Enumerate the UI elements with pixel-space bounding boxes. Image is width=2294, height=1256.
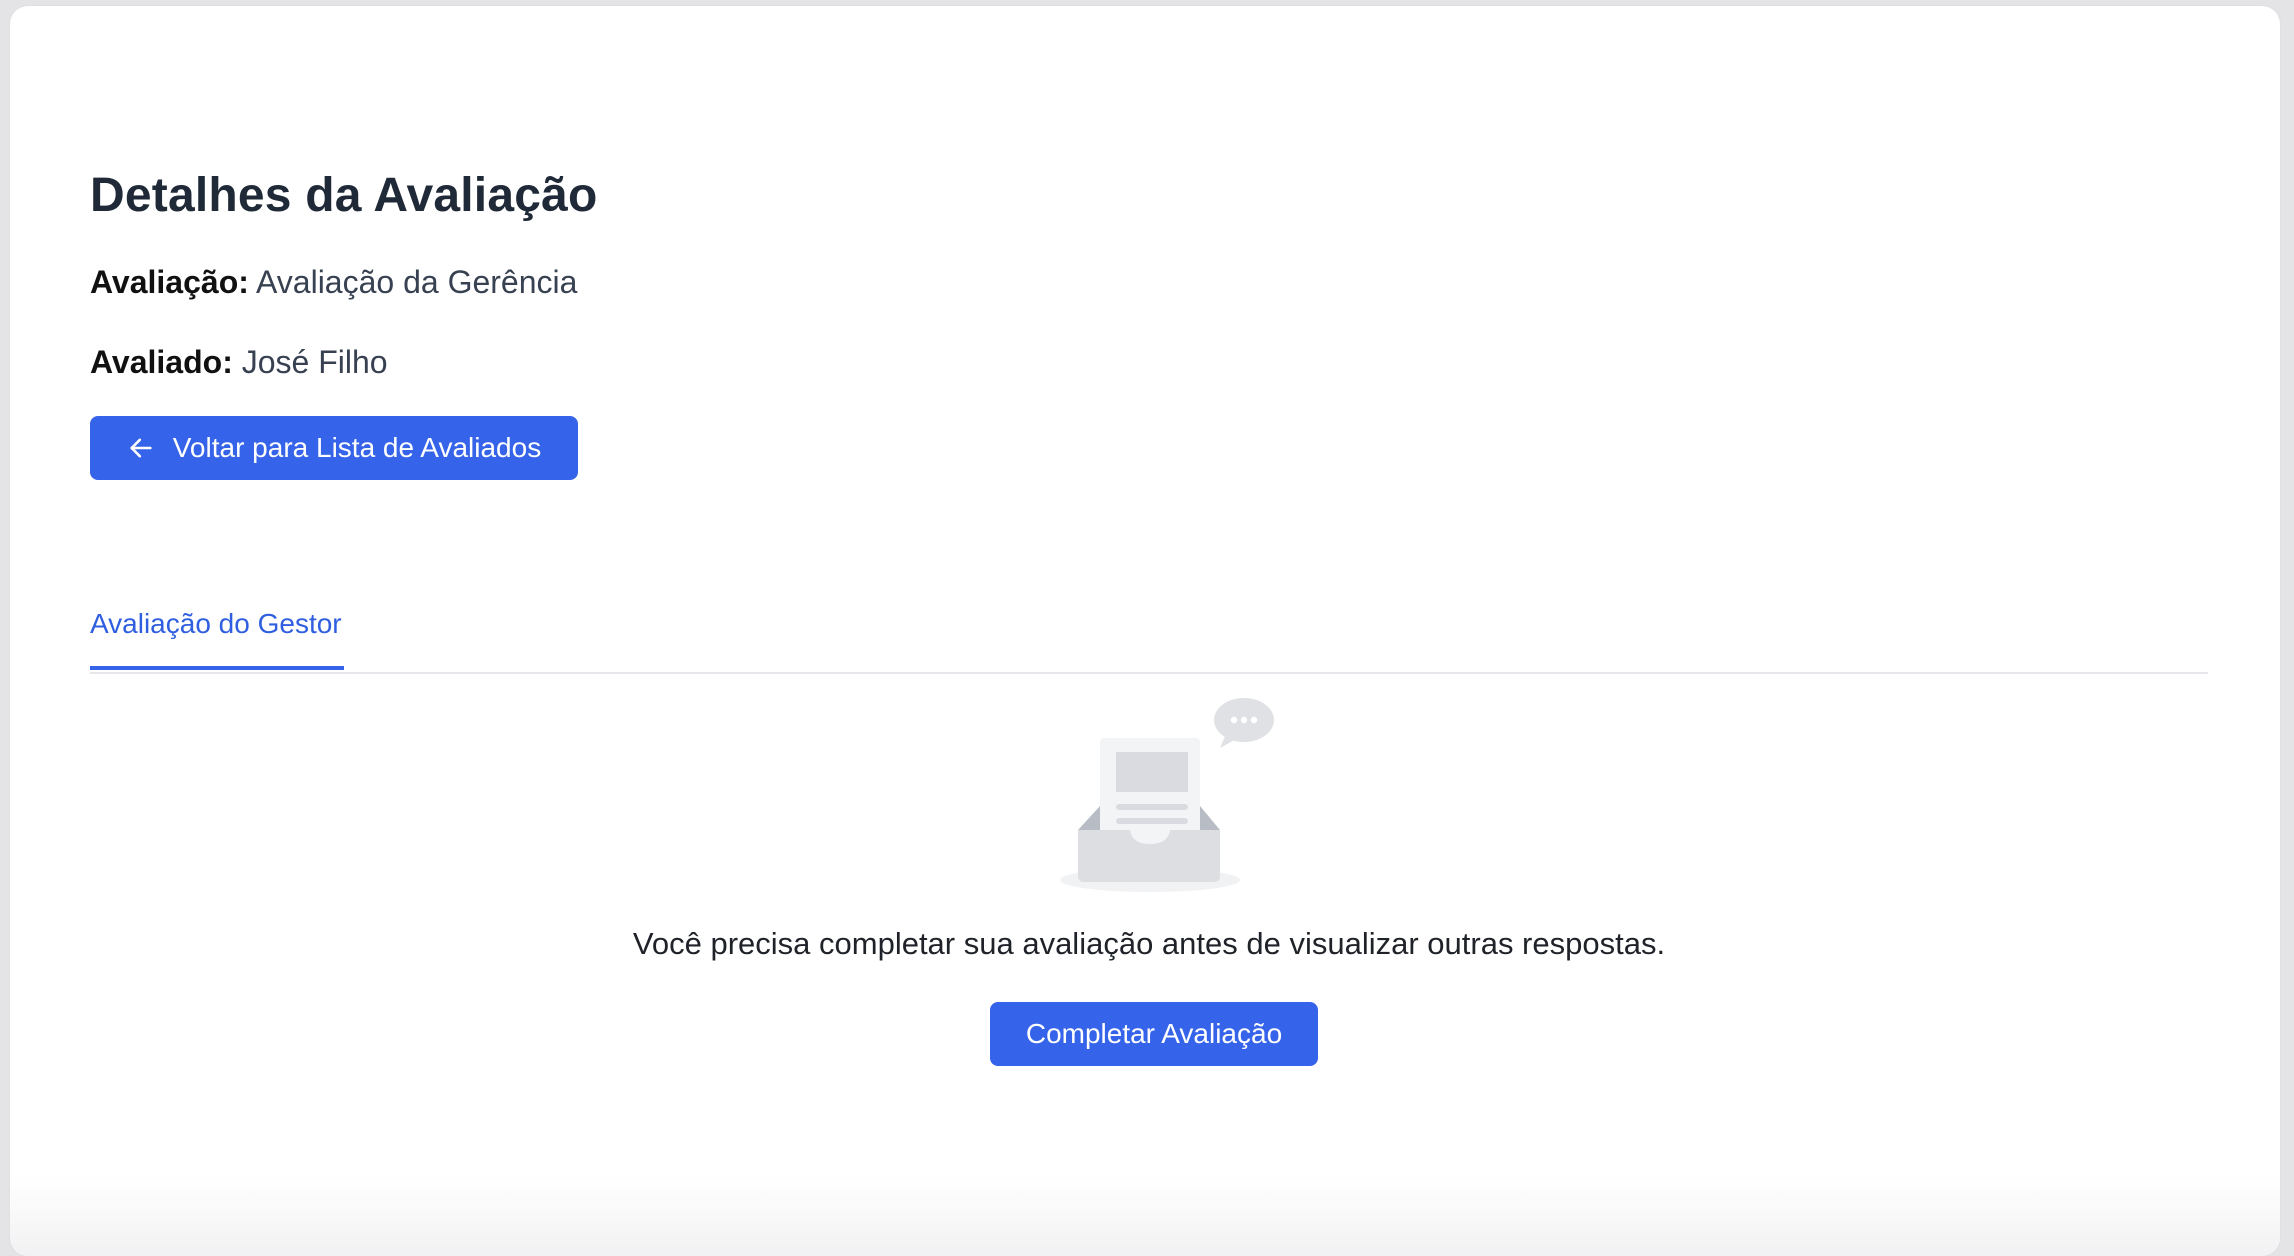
tab-manager-evaluation[interactable]: Avaliação do Gestor	[90, 608, 344, 670]
back-to-list-button[interactable]: Voltar para Lista de Avaliados	[90, 416, 578, 480]
main-card: Detalhes da Avaliação Avaliação: Avaliaç…	[10, 6, 2280, 1256]
evaluated-label: Avaliado:	[90, 344, 233, 380]
empty-inbox-illustration	[1060, 698, 1274, 892]
tab-bar: Avaliação do Gestor	[90, 586, 2208, 674]
complete-evaluation-button[interactable]: Completar Avaliação	[990, 1002, 1318, 1066]
evaluated-value: José Filho	[241, 344, 388, 380]
empty-state-message: Você precisa completar sua avaliação ant…	[632, 926, 1666, 961]
arrow-left-icon	[130, 438, 152, 458]
card-bottom-fade	[10, 1176, 2280, 1256]
evaluation-label: Avaliação:	[90, 264, 249, 300]
back-button-label: Voltar para Lista de Avaliados	[172, 432, 542, 463]
page-title: Detalhes da Avaliação	[90, 169, 598, 222]
evaluation-row: Avaliação: Avaliação da Gerência	[90, 264, 577, 301]
evaluation-value: Avaliação da Gerência	[256, 264, 578, 300]
evaluated-row: Avaliado: José Filho	[90, 344, 388, 381]
